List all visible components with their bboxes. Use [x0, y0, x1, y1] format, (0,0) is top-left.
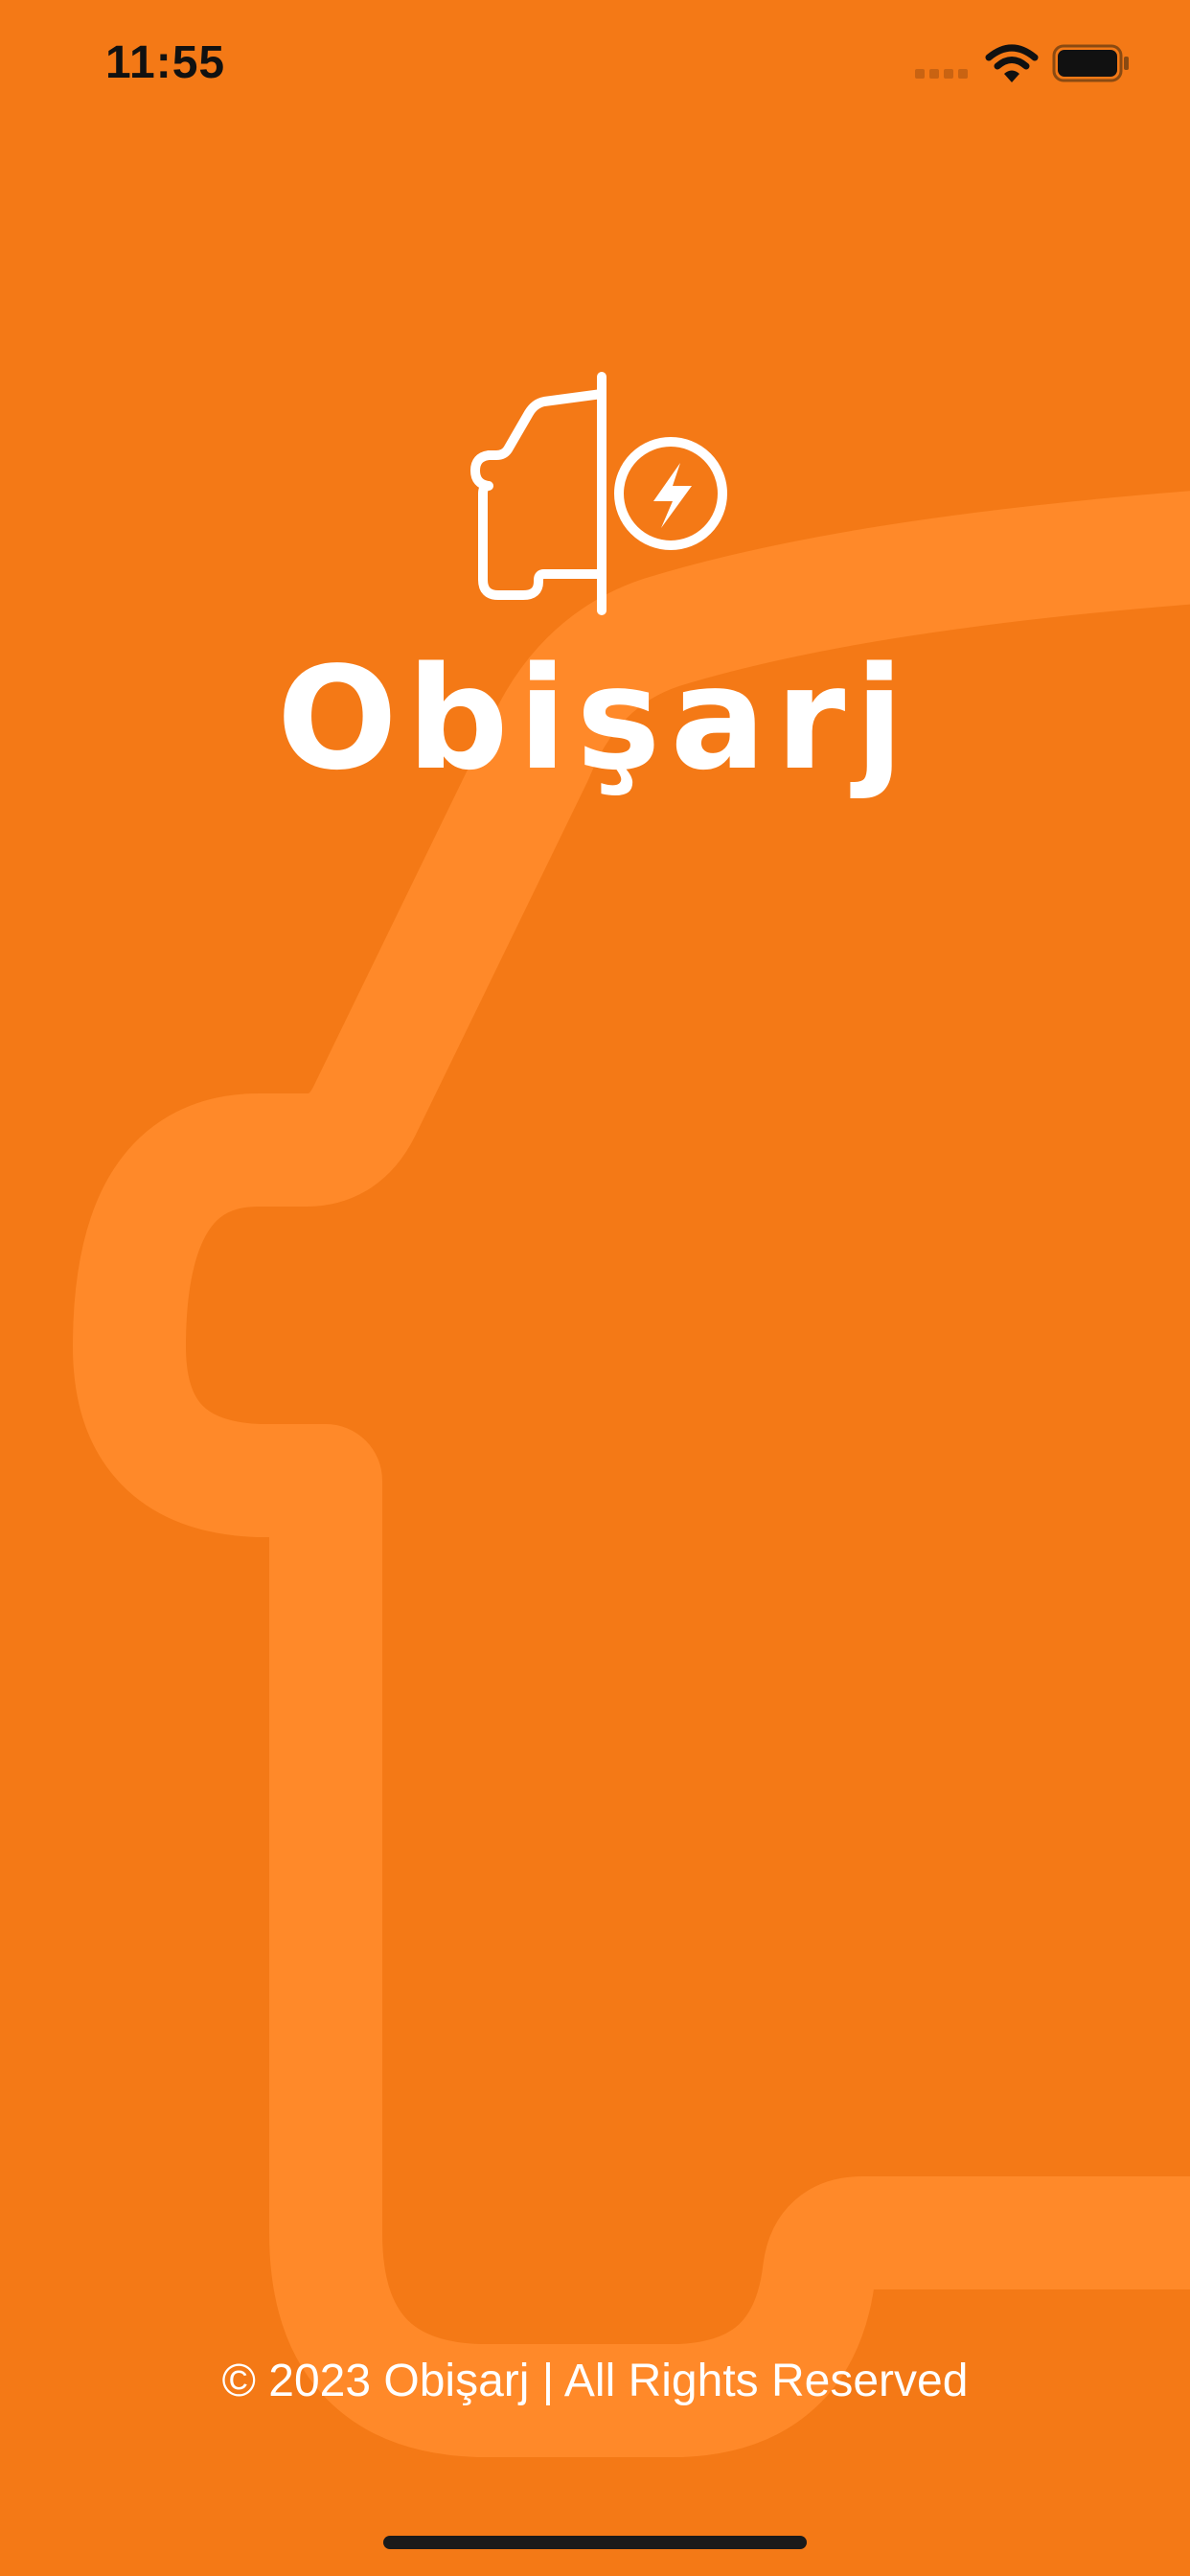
cellular-signal-icon	[915, 69, 968, 79]
car-charging-icon	[470, 372, 727, 615]
status-bar: 11:55	[0, 0, 1190, 134]
wifi-icon	[985, 44, 1039, 82]
status-time: 11:55	[105, 37, 226, 88]
splash-screen: 11:55 Obişarj © 2023 Obişarj | All Right…	[0, 0, 1190, 2576]
copyright-footer: © 2023 Obişarj | All Rights Reserved	[221, 2356, 969, 2406]
home-indicator[interactable]	[383, 2536, 807, 2549]
battery-icon	[1052, 44, 1129, 82]
brand-name: Obişarj	[276, 636, 914, 801]
